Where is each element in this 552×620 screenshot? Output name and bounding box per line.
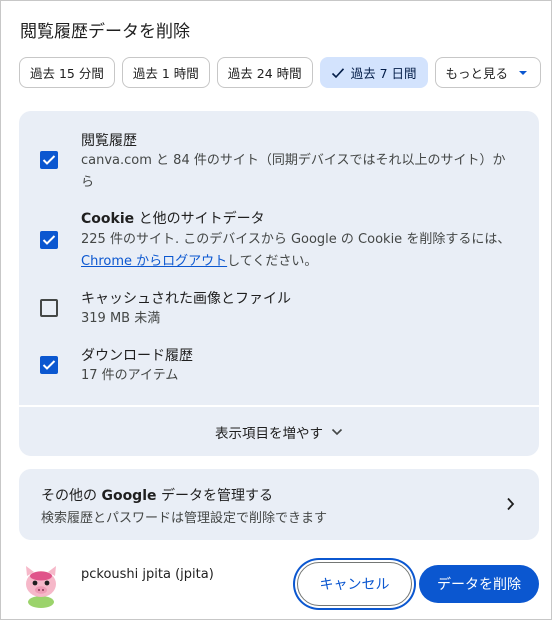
sign-out-link[interactable]: Chrome からログアウト (81, 254, 227, 269)
manage-title-bold: Google (101, 488, 157, 504)
cancel-button[interactable]: キャンセル (297, 562, 412, 606)
clear-browsing-data-dialog: 閲覧履歴データを削除 過去 15 分間 過去 1 時間 過去 24 時間 過去 … (0, 0, 552, 620)
chevron-right-icon (506, 496, 515, 515)
checkbox-browsing-history[interactable] (40, 151, 58, 169)
check-icon (331, 67, 345, 79)
checkbox-check-icon (42, 155, 56, 165)
chip-label: 過去 1 時間 (132, 66, 199, 81)
checkbox-download-history[interactable] (40, 356, 58, 374)
show-more-label: 表示項目を増やす (215, 425, 323, 442)
item-desc: 225 件のサイト. このデバイスから Google の Cookie を削除す… (81, 229, 511, 273)
chip-24-hours[interactable]: 過去 24 時間 (216, 57, 313, 88)
chip-7-days[interactable]: 過去 7 日間 (319, 57, 428, 88)
dropdown-label: もっと見る (445, 66, 509, 81)
chip-label: 過去 15 分間 (30, 66, 104, 81)
manage-title-post: データを管理する (156, 488, 273, 504)
chevron-down-icon (331, 428, 343, 436)
item-desc: 319 MB 未満 (81, 311, 161, 326)
item-title-rest: と他のサイトデータ (134, 211, 265, 227)
account-name: pckoushi jpita (jpita) (81, 567, 214, 582)
checkbox-cache[interactable] (40, 299, 58, 317)
manage-google-data-row[interactable]: その他の Google データを管理する 検索履歴とパスワードは管理設定で削除で… (19, 469, 539, 540)
item-title: Cookie と他のサイトデータ (81, 208, 265, 228)
chip-15-min[interactable]: 過去 15 分間 (19, 57, 115, 88)
data-types-panel: 閲覧履歴 canva.com と 84 件のサイト（同期デバイスではそれ以上のサ… (19, 111, 539, 456)
item-title-bold: Cookie (81, 211, 135, 227)
dialog-title: 閲覧履歴データを削除 (20, 22, 190, 42)
item-title: キャッシュされた画像とファイル (81, 291, 291, 307)
more-time-ranges-dropdown[interactable]: もっと見る (434, 57, 542, 88)
desc-part1: 225 件のサイト. このデバイスから Google の Cookie を削除す… (81, 232, 511, 247)
chip-label: 過去 7 日間 (350, 66, 417, 81)
time-range-chips: 過去 15 分間 過去 1 時間 過去 24 時間 過去 7 日間 もっと見る (19, 57, 542, 88)
avatar (17, 560, 65, 608)
desc-part2: してください。 (227, 254, 318, 269)
checkbox-check-icon (42, 235, 56, 245)
manage-title-pre: その他の (41, 488, 102, 504)
checkbox-cookies[interactable] (40, 231, 58, 249)
chip-label: 過去 24 時間 (227, 66, 302, 81)
show-more-items-button[interactable]: 表示項目を増やす (19, 407, 539, 456)
manage-title: その他の Google データを管理する (41, 485, 273, 505)
checkbox-check-icon (42, 360, 56, 370)
caret-down-icon (518, 70, 528, 76)
item-desc: canva.com と 84 件のサイト（同期デバイスではそれ以上のサイト）から (81, 153, 506, 190)
item-desc: 17 件のアイテム (81, 368, 179, 383)
manage-desc: 検索履歴とパスワードは管理設定で削除できます (41, 511, 328, 526)
chip-1-hour[interactable]: 過去 1 時間 (121, 57, 210, 88)
item-title: 閲覧履歴 (81, 133, 137, 149)
delete-data-button[interactable]: データを削除 (419, 565, 539, 603)
item-title: ダウンロード履歴 (81, 348, 193, 364)
